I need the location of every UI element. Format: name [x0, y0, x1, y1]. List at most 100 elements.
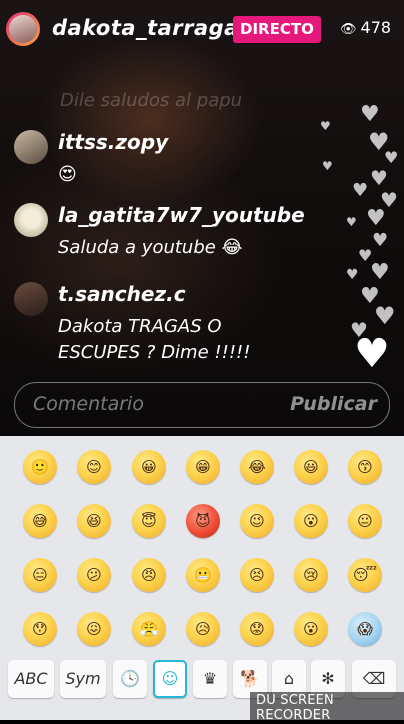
- screen-recorder-watermark: DU SCREEN RECORDER: [250, 692, 404, 724]
- emoji-key[interactable]: 😑: [23, 558, 57, 592]
- emoji-key[interactable]: 😣: [240, 558, 274, 592]
- emoji-key[interactable]: 😊: [77, 450, 111, 484]
- emoji-key[interactable]: 😀: [132, 450, 166, 484]
- comment-text: Dakota TRAGAS O ESCUPES ? Dime !!!!!: [58, 314, 250, 366]
- emoji-glyph: 😟: [249, 620, 265, 638]
- heart-icon: ♥: [346, 215, 357, 229]
- comment-text-line: Dakota TRAGAS O: [58, 316, 222, 337]
- recent-tab[interactable]: 🕓: [113, 660, 147, 698]
- emoji-key[interactable]: 😤: [132, 612, 166, 646]
- emoji-key[interactable]: 😃: [294, 450, 328, 484]
- heart-icon: ♥: [370, 166, 388, 190]
- heart-icon: ♥: [360, 102, 380, 127]
- emoji-glyph: 😠: [141, 566, 157, 584]
- emoji-glyph: 😮: [303, 512, 319, 530]
- emoji-key[interactable]: 😈: [186, 504, 220, 538]
- heart-icon: ♥: [354, 331, 390, 377]
- floating-hearts: ♥ ♥ ♥ ♥ ♥ ♥ ♥ ♥ ♥ ♥ ♥ ♥ ♥ ♥ ♥ ♥ ♥ ♥: [300, 90, 404, 380]
- home-icon: ⌂: [283, 669, 295, 688]
- comment-placeholder: Comentario: [33, 393, 144, 415]
- emoji-key[interactable]: 😙: [348, 450, 382, 484]
- emoji-glyph: 😉: [249, 512, 265, 530]
- heart-icon: ♥: [370, 260, 390, 285]
- host-username[interactable]: dakota_tarraga: [52, 16, 239, 40]
- live-video-area: dakota_tarraga DIRECTO 👁 478 Dile saludos…: [0, 0, 404, 436]
- faded-comment: Dile saludos al papu: [60, 90, 243, 111]
- emoji-key[interactable]: 😴: [348, 558, 382, 592]
- post-button[interactable]: Publicar: [290, 393, 377, 415]
- emoji-glyph: 😇: [141, 512, 157, 530]
- abc-key[interactable]: ABC: [8, 660, 54, 698]
- emoji-key[interactable]: 😖: [77, 612, 111, 646]
- emoji-glyph: 😢: [303, 566, 319, 584]
- viewer-count: 👁 478: [340, 18, 391, 37]
- emoji-glyph: 😣: [249, 566, 265, 584]
- emoji-key[interactable]: 😮: [294, 612, 328, 646]
- emoji-glyph: 😁: [195, 458, 211, 476]
- emoji-glyph: 😮: [303, 620, 319, 638]
- emoji-glyph: 😱: [357, 620, 373, 638]
- smiley-icon: ☺: [161, 669, 179, 688]
- emoji-glyph: 😙: [357, 458, 373, 476]
- emoji-glyph: 😐: [357, 512, 373, 530]
- emoji-glyph: 😕: [86, 566, 102, 584]
- live-header: dakota_tarraga DIRECTO 👁 478: [0, 0, 404, 60]
- heart-icon: ♥: [366, 206, 386, 231]
- emoji-key[interactable]: 😱: [348, 612, 382, 646]
- emoji-glyph: 😀: [141, 458, 157, 476]
- crown-icon: ♛: [202, 669, 218, 688]
- emoji-key[interactable]: 😥: [186, 612, 220, 646]
- emoji-key[interactable]: 😆: [77, 504, 111, 538]
- emoji-key[interactable]: 😂: [240, 450, 274, 484]
- heart-icon: ♥: [322, 159, 333, 173]
- emoji-glyph: 😥: [195, 620, 211, 638]
- emoji-glyph: 🙂: [30, 458, 50, 476]
- commenter-username[interactable]: t.sanchez.c: [58, 282, 186, 306]
- heart-icon: ♥: [320, 119, 331, 133]
- commenter-avatar[interactable]: [14, 282, 48, 316]
- emoji-key[interactable]: 😠: [132, 558, 166, 592]
- commenter-username[interactable]: la_gatita7w7_youtube: [58, 203, 305, 227]
- viewer-count-value: 478: [360, 18, 392, 37]
- emoji-key[interactable]: 😮: [294, 504, 328, 538]
- heart-icon: ♥: [346, 267, 359, 283]
- emoji-key[interactable]: 😢: [294, 558, 328, 592]
- heart-icon: ♥: [372, 230, 389, 251]
- comment-text: Saluda a youtube 😂: [58, 237, 243, 258]
- emoji-glyph: 😑: [32, 566, 48, 584]
- backspace-icon: ⌫: [362, 669, 386, 688]
- comment-input[interactable]: Comentario Publicar: [14, 382, 390, 428]
- heart-icon: ♥: [384, 148, 399, 167]
- emoji-glyph: 😂: [248, 458, 266, 476]
- smileys-tab[interactable]: ☺: [153, 660, 187, 698]
- emoji-key[interactable]: 😁: [186, 450, 220, 484]
- emoji-key[interactable]: 😅: [23, 504, 57, 538]
- comment-text-line: ESCUPES ? Dime !!!!!: [58, 342, 251, 363]
- emoji-glyph: 😴: [352, 566, 378, 584]
- emoji-key[interactable]: 😬: [186, 558, 220, 592]
- emoji-key[interactable]: 😕: [77, 558, 111, 592]
- commenter-avatar[interactable]: [14, 203, 48, 237]
- emoji-key[interactable]: 😇: [132, 504, 166, 538]
- crown-tab[interactable]: ♛: [193, 660, 227, 698]
- live-badge: DIRECTO: [233, 16, 321, 43]
- emoji-key[interactable]: 🙂: [23, 450, 57, 484]
- emoji-glyph: 😯: [32, 620, 48, 638]
- host-avatar[interactable]: [6, 12, 40, 46]
- emoji-key[interactable]: 😯: [23, 612, 57, 646]
- dog-icon: 🐕: [240, 669, 260, 688]
- clock-icon: 🕓: [120, 669, 140, 688]
- commenter-avatar[interactable]: [14, 130, 48, 164]
- emoji-key[interactable]: 😟: [240, 612, 274, 646]
- emoji-glyph: 😖: [86, 620, 102, 638]
- emoji-key[interactable]: 😐: [348, 504, 382, 538]
- emoji-key[interactable]: 😉: [240, 504, 274, 538]
- emoji-glyph: 😈: [195, 512, 211, 530]
- flower-icon: ✻: [321, 669, 335, 688]
- emoji-glyph: 😃: [303, 458, 319, 476]
- emoji-glyph: 😤: [139, 620, 159, 638]
- commenter-username[interactable]: ittss.zopy: [58, 130, 168, 154]
- emoji-glyph: 😬: [193, 566, 213, 584]
- heart-icon: ♥: [352, 180, 369, 201]
- sym-key[interactable]: Sym: [60, 660, 106, 698]
